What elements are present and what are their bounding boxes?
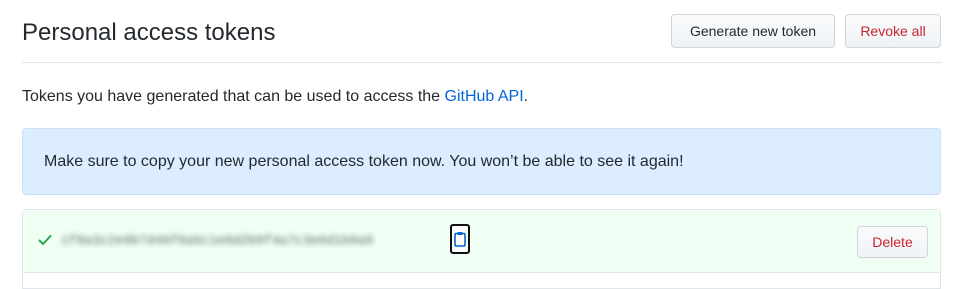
copy-token-notice: Make sure to copy your new personal acce… xyxy=(22,128,941,195)
intro-text: Tokens you have generated that can be us… xyxy=(22,86,528,108)
token-value: 1f8a3c2e9b7d46f0a5c1e8d2b9f4a7c3e6d1b0a9 xyxy=(61,233,374,248)
page-header: Personal access tokens Generate new toke… xyxy=(22,0,942,63)
copy-token-button[interactable] xyxy=(450,224,470,254)
intro-label: Tokens you have generated that can be us… xyxy=(22,88,445,105)
delete-token-button[interactable]: Delete xyxy=(857,226,928,258)
page-title: Personal access tokens xyxy=(22,19,276,46)
token-list: 1f8a3c2e9b7d46f0a5c1e8d2b9f4a7c3e6d1b0a9… xyxy=(22,209,941,289)
github-api-link[interactable]: GitHub API xyxy=(445,88,524,105)
revoke-all-button[interactable]: Revoke all xyxy=(845,14,941,48)
intro-suffix: . xyxy=(523,88,529,105)
check-icon xyxy=(37,232,53,248)
token-row: 1f8a3c2e9b7d46f0a5c1e8d2b9f4a7c3e6d1b0a9… xyxy=(23,210,940,273)
generate-new-token-button[interactable]: Generate new token xyxy=(671,14,835,48)
